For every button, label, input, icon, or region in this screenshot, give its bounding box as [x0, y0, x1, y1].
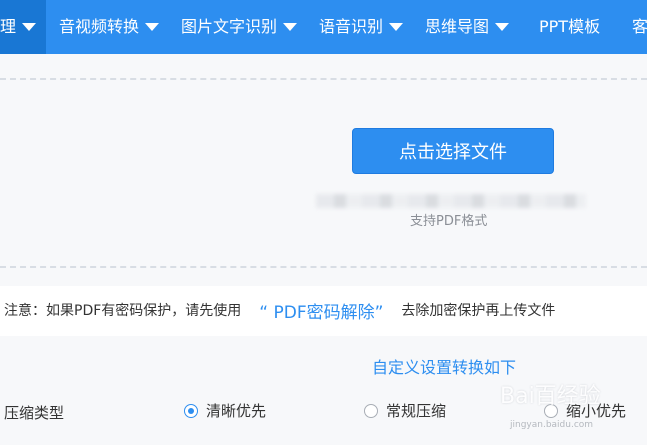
nav-item-label: 图片文字识别	[181, 17, 278, 36]
nav-item-label: PPT模板	[539, 17, 601, 36]
nav-item-more[interactable]: 客	[632, 0, 647, 54]
chevron-down-icon	[22, 23, 37, 31]
pdf-unlock-link[interactable]: “ PDF密码解除”	[259, 298, 383, 323]
dashed-border-top	[0, 78, 647, 80]
nav-item-label: 思维导图	[425, 17, 490, 36]
chevron-down-icon	[389, 23, 404, 31]
radio-unchecked-icon[interactable]	[364, 403, 378, 418]
nav-item-label: 语音识别	[319, 17, 384, 36]
upload-dropzone[interactable]: 点击选择文件 支持PDF格式	[0, 54, 647, 286]
support-format-text: 支持PDF格式	[410, 214, 488, 229]
radio-normal-compress[interactable]: 常规压缩	[364, 400, 446, 421]
baidu-watermark: Bai百经验	[500, 384, 601, 409]
custom-settings-title: 自定义设置转换如下	[372, 358, 517, 377]
notice-suffix: 去除加密保护再上传文件	[401, 303, 556, 319]
select-file-button[interactable]: 点击选择文件	[352, 128, 554, 174]
compress-type-label: 压缩类型	[4, 404, 65, 422]
nav-item-audio-video[interactable]: 音视频转换	[59, 0, 160, 54]
password-notice: 注意：如果PDF有密码保护，请先使用 “ PDF密码解除” 去除加密保护再上传文…	[4, 298, 556, 323]
chevron-down-icon	[145, 23, 160, 31]
baidu-watermark-url: jingyan.baidu.com	[510, 420, 594, 430]
radio-clarity-first[interactable]: 清晰优先	[184, 400, 266, 421]
notice-prefix: 注意：如果PDF有密码保护，请先使用	[4, 303, 242, 319]
nav-item-speech[interactable]: 语音识别	[319, 0, 404, 54]
radio-label: 清晰优先	[206, 402, 267, 420]
radio-label: 常规压缩	[386, 402, 447, 420]
nav-item-document[interactable]: 理	[0, 0, 46, 54]
blurred-text	[316, 194, 586, 208]
nav-item-ppt[interactable]: PPT模板	[539, 0, 600, 54]
nav-item-label: 理	[0, 17, 17, 36]
chevron-down-icon	[495, 23, 510, 31]
radio-checked-icon[interactable]	[184, 403, 198, 418]
nav-item-label: 音视频转换	[59, 17, 140, 36]
nav-item-image-ocr[interactable]: 图片文字识别	[181, 0, 298, 54]
nav-item-mindmap[interactable]: 思维导图	[425, 0, 510, 54]
nav-item-label: 客	[632, 17, 647, 36]
dashed-border-bottom	[0, 266, 647, 268]
chevron-down-icon	[283, 23, 298, 31]
top-navigation: 理 音视频转换 图片文字识别 语音识别 思维导图 PPT模板 客	[0, 0, 647, 54]
